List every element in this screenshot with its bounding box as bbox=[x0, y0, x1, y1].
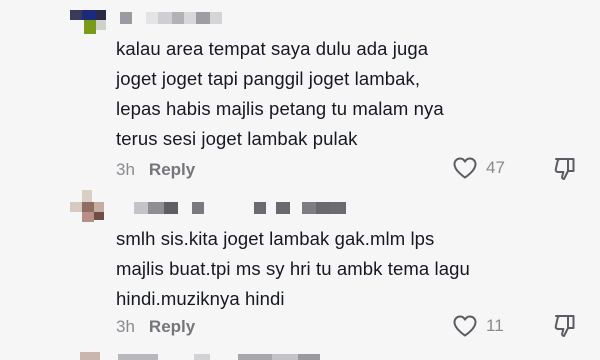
comment-line: terus sesi joget lambak pulak bbox=[116, 128, 358, 149]
username-blurred[interactable] bbox=[134, 202, 346, 214]
comment-line: kalau area tempat saya dulu ada juga bbox=[116, 38, 429, 59]
dislike-button[interactable] bbox=[553, 156, 577, 187]
like-button[interactable]: 47 bbox=[452, 156, 505, 180]
avatar[interactable] bbox=[70, 8, 110, 38]
comment-line: majlis buat.tpi ms sy hri tu ambk tema l… bbox=[116, 258, 470, 279]
comment-text: smlh sis.kita joget lambak gak.mlm lps m… bbox=[116, 224, 536, 314]
comment-text: kalau area tempat saya dulu ada juga jog… bbox=[116, 34, 536, 154]
avatar[interactable] bbox=[70, 352, 106, 360]
comment-1: kalau area tempat saya dulu ada juga jog… bbox=[0, 0, 600, 190]
like-button[interactable]: 11 bbox=[452, 314, 504, 338]
timestamp: 3h bbox=[116, 317, 135, 336]
username-blurred[interactable] bbox=[120, 12, 222, 24]
comment-line: hindi.muziknya hindi bbox=[116, 288, 285, 309]
like-count: 47 bbox=[486, 158, 505, 177]
comment-line: joget joget tapi panggil joget lambak, bbox=[116, 68, 421, 89]
dislike-button[interactable] bbox=[553, 313, 577, 344]
avatar[interactable] bbox=[70, 190, 106, 224]
comment-line: lepas habis majlis petang tu malam nya bbox=[116, 98, 444, 119]
thumbs-down-outline-icon bbox=[554, 315, 575, 337]
comment-line: smlh sis.kita joget lambak gak.mlm lps bbox=[116, 228, 435, 249]
reply-button[interactable]: Reply bbox=[149, 160, 195, 180]
timestamp: 3h bbox=[116, 160, 135, 179]
like-count: 11 bbox=[486, 316, 504, 335]
heart-outline-icon bbox=[453, 157, 477, 179]
heart-outline-icon bbox=[453, 315, 477, 337]
comment-2: smlh sis.kita joget lambak gak.mlm lps m… bbox=[0, 190, 600, 350]
reply-button[interactable]: Reply bbox=[149, 317, 195, 337]
thumbs-down-outline-icon bbox=[554, 158, 575, 180]
username-blurred[interactable] bbox=[118, 354, 320, 360]
comment-meta: 3h Reply bbox=[116, 317, 195, 337]
comment-meta: 3h Reply bbox=[116, 160, 195, 180]
comment-3-partial bbox=[0, 350, 600, 360]
